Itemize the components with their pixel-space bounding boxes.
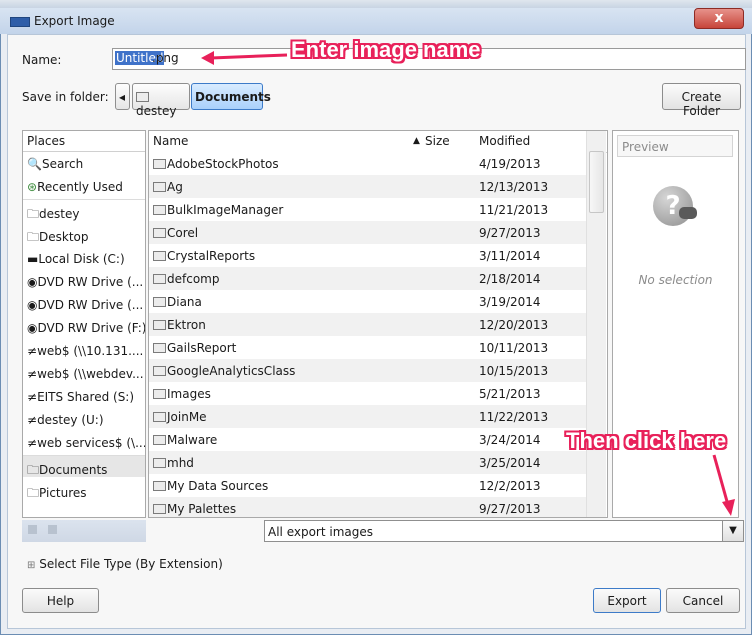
arrow-to-name-field <box>210 53 288 60</box>
arrow-head-down <box>722 499 735 516</box>
annotation-click-here: Then click here <box>566 428 727 453</box>
arrow-to-dropdown <box>712 454 730 506</box>
annotation-enter-name: Enter image name <box>291 37 481 62</box>
annotation-arrows <box>201 51 735 516</box>
arrow-head-left <box>201 51 214 65</box>
